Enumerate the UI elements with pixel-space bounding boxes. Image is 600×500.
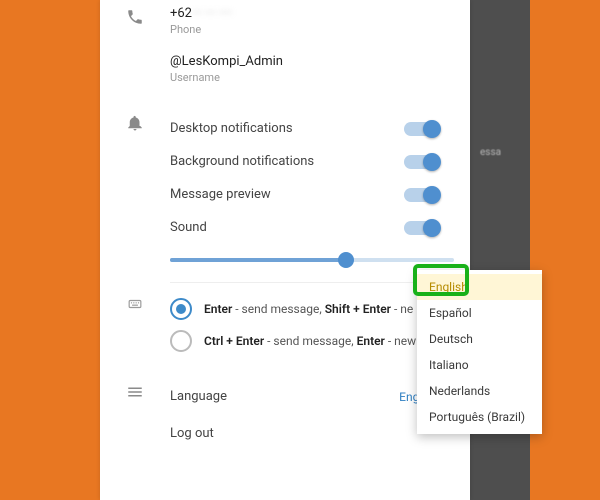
sound-toggle[interactable] — [404, 221, 438, 235]
desktop-notif-toggle[interactable] — [404, 122, 438, 136]
radio-unselected-icon — [170, 330, 192, 352]
lang-option-italiano[interactable]: Italiano — [417, 352, 542, 378]
background-notif-label: Background notifications — [170, 154, 314, 169]
username-label: Username — [170, 71, 454, 84]
phone-icon — [126, 8, 144, 26]
phone-value: +62··· ··· ···· — [170, 6, 454, 21]
phone-label: Phone — [170, 23, 454, 36]
desktop-notif-label: Desktop notifications — [170, 121, 293, 136]
lang-option-deutsch[interactable]: Deutsch — [417, 326, 542, 352]
username-value[interactable]: @LesKompi_Admin — [170, 54, 454, 69]
lang-option-espanol[interactable]: Español — [417, 300, 542, 326]
menu-icon — [126, 383, 144, 401]
keyboard-icon — [128, 297, 142, 311]
send-mode-ctrl-enter[interactable]: Ctrl + Enter - send message, Enter - new — [170, 325, 454, 357]
volume-slider[interactable] — [170, 258, 454, 262]
lang-option-nederlands[interactable]: Nederlands — [417, 378, 542, 404]
settings-panel: +62··· ··· ···· Phone @LesKompi_Admin Us… — [100, 0, 470, 500]
background-notif-toggle[interactable] — [404, 155, 438, 169]
lang-option-english[interactable]: English — [417, 274, 542, 300]
radio-selected-icon — [170, 298, 192, 320]
message-preview-toggle[interactable] — [404, 188, 438, 202]
bell-icon — [126, 114, 144, 132]
logout-button[interactable]: Log out — [100, 412, 470, 453]
send-mode-enter[interactable]: Enter - send message, Shift + Enter - ne — [170, 293, 454, 325]
message-preview-label: Message preview — [170, 187, 271, 202]
language-dropdown: English Español Deutsch Italiano Nederla… — [417, 270, 542, 434]
lang-option-portugues[interactable]: Português (Brazil) — [417, 404, 542, 430]
language-label: Language — [170, 389, 227, 404]
sound-label: Sound — [170, 220, 207, 235]
bg-text: essa — [480, 147, 501, 158]
